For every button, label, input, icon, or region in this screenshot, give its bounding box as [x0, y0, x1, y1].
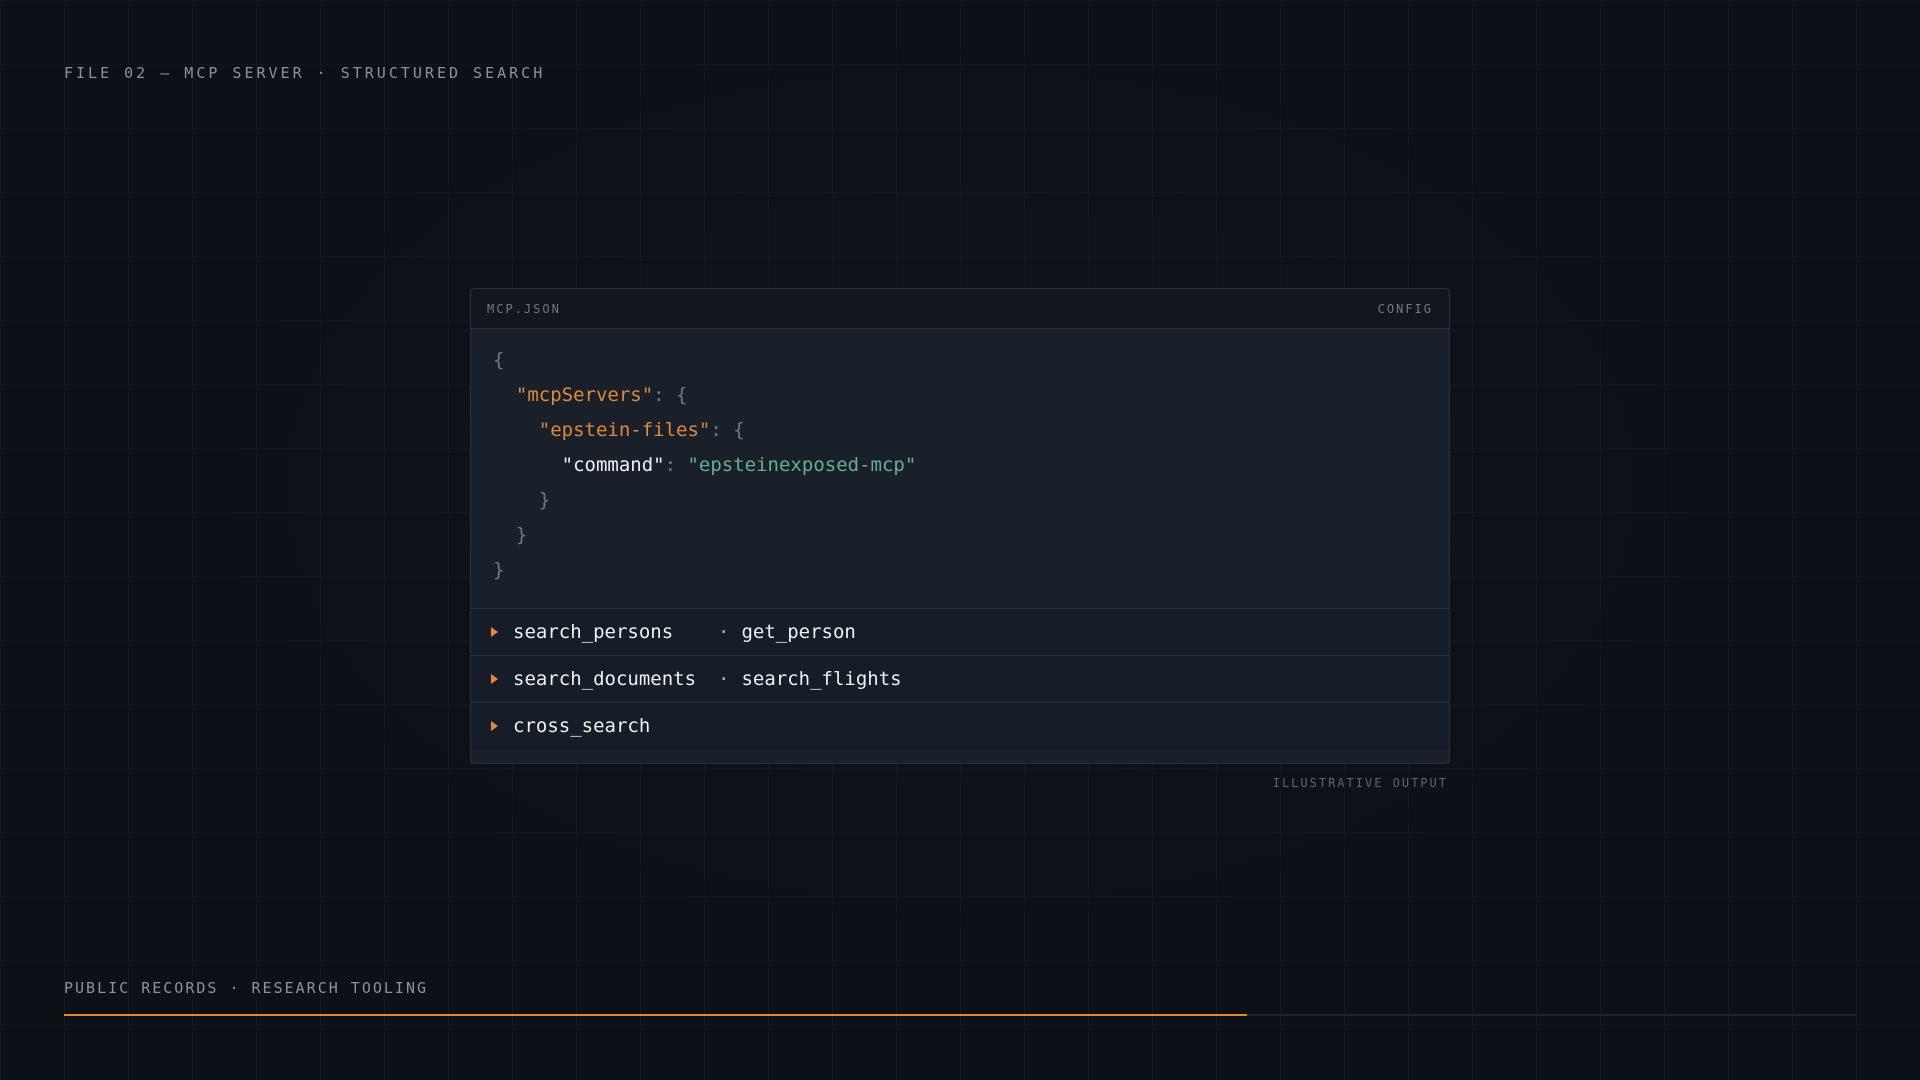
- code-line: {: [493, 343, 1427, 378]
- code-block[interactable]: { "mcpServers": { "epstein-files": { "co…: [471, 329, 1449, 608]
- code-panel: MCP.JSON CONFIG { "mcpServers": { "epste…: [470, 288, 1450, 764]
- progress-fill: [64, 1014, 1247, 1016]
- colon-brace: : {: [653, 384, 688, 406]
- tool-name: cross_search: [513, 715, 651, 737]
- code-line: }: [493, 553, 1427, 588]
- footer-label: PUBLIC RECORDS · RESEARCH TOOLING: [64, 979, 429, 997]
- separator-dot: ·: [718, 668, 730, 690]
- close-brace: }: [515, 524, 528, 546]
- tool-row[interactable]: search_persons · get_person: [471, 608, 1449, 655]
- close-brace: }: [493, 559, 505, 581]
- json-key-command: "command": [561, 454, 665, 476]
- progress-bar: [64, 1014, 1856, 1016]
- caret-right-icon: [491, 674, 498, 684]
- code-line: "mcpServers": {: [493, 378, 1427, 413]
- tool-name: search_flights: [741, 668, 902, 690]
- colon: :: [664, 454, 688, 476]
- tool-row[interactable]: search_documents · search_flights: [471, 655, 1449, 702]
- panel-header: MCP.JSON CONFIG: [471, 289, 1449, 329]
- tool-name: search_persons: [513, 621, 674, 643]
- json-key-server: "epstein-files": [538, 419, 711, 441]
- panel-tag: CONFIG: [1377, 301, 1433, 316]
- panel-filename: MCP.JSON: [487, 301, 561, 316]
- json-value-command: "epsteinexposed-mcp": [687, 454, 917, 476]
- tool-name: search_documents: [513, 668, 697, 690]
- caret-right-icon: [491, 721, 498, 731]
- code-line: "epstein-files": {: [493, 413, 1427, 448]
- open-brace: {: [493, 349, 505, 371]
- json-key-mcpservers: "mcpServers": [515, 384, 654, 406]
- colon-brace: : {: [710, 419, 745, 441]
- code-line: "command": "epsteinexposed-mcp": [493, 448, 1427, 483]
- illustrative-output-note: ILLUSTRATIVE OUTPUT: [1272, 776, 1448, 790]
- code-line: }: [493, 483, 1427, 518]
- tool-row[interactable]: cross_search: [471, 702, 1449, 749]
- separator-dot: ·: [718, 621, 730, 643]
- code-line: }: [493, 518, 1427, 553]
- tool-name: get_person: [741, 621, 856, 643]
- caret-right-icon: [491, 627, 498, 637]
- close-brace: }: [538, 489, 551, 511]
- page-title: FILE 02 — MCP SERVER · STRUCTURED SEARCH: [64, 64, 546, 82]
